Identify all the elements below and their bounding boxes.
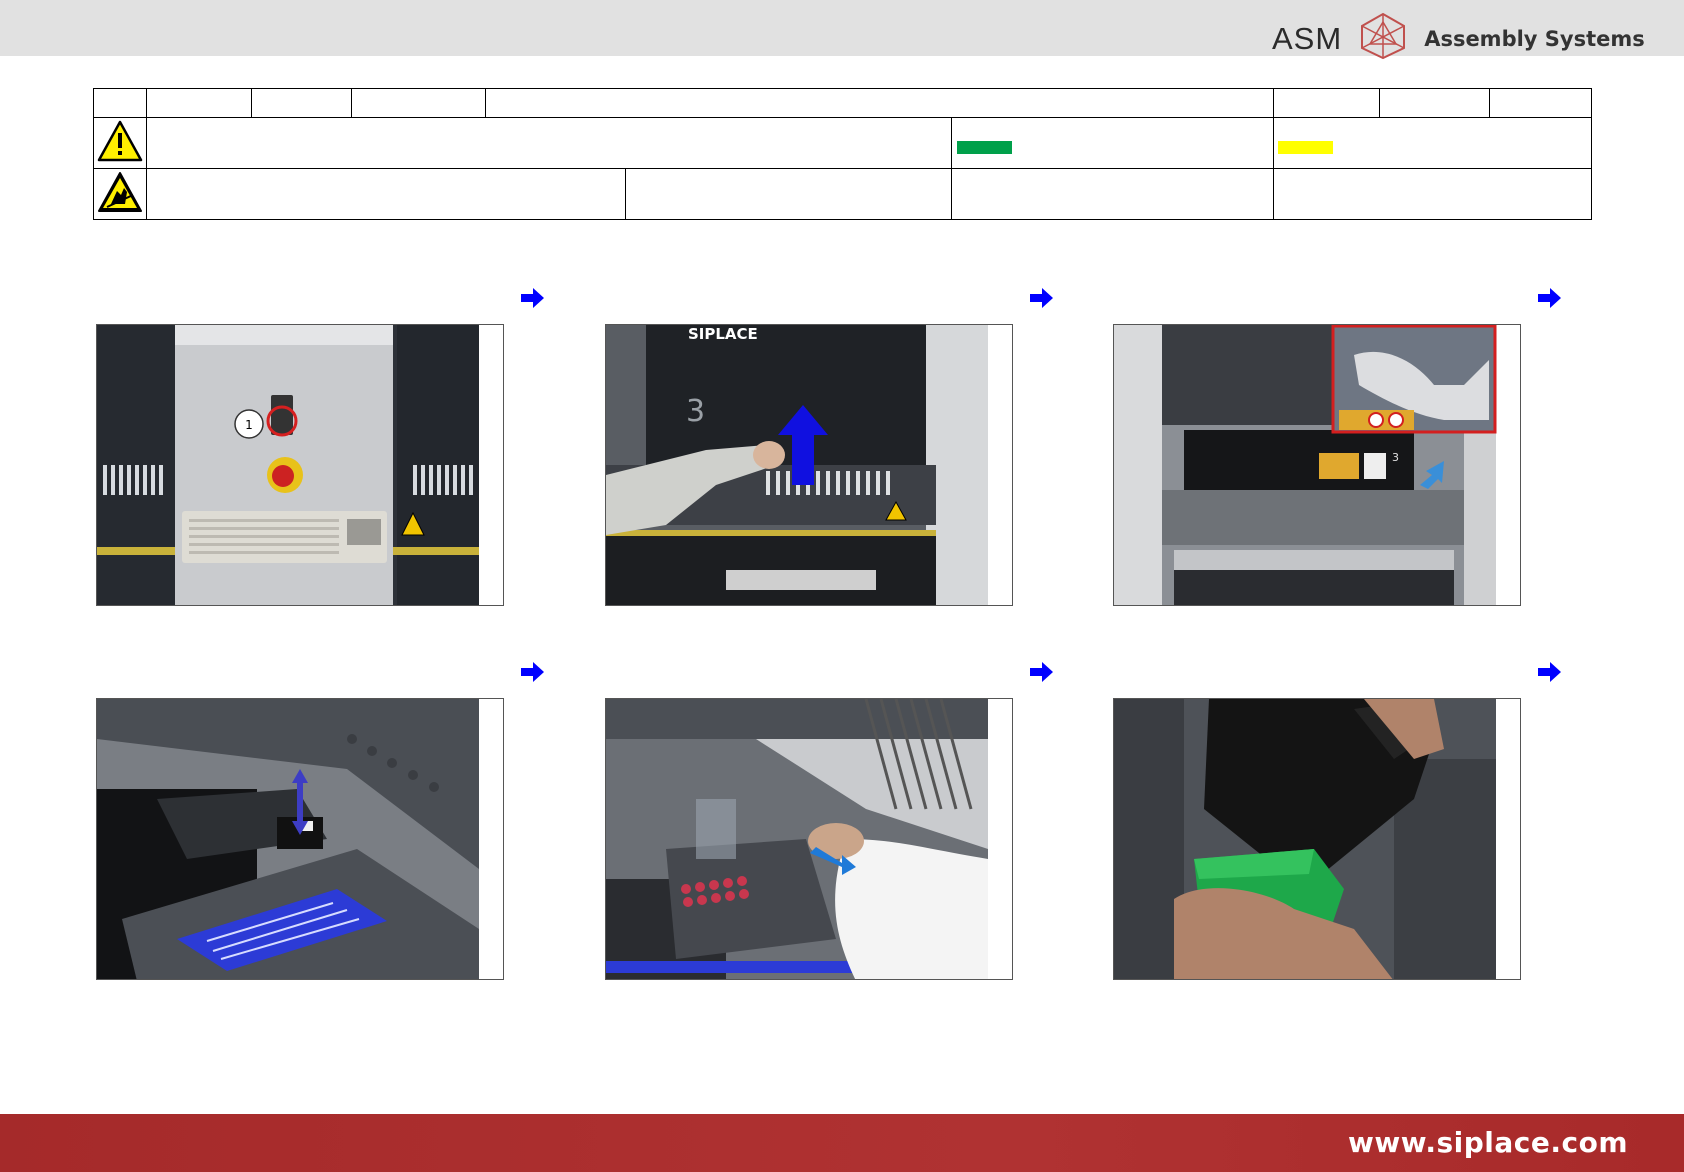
table-cell (1379, 88, 1491, 118)
station-number: 3 (686, 394, 705, 429)
table-cell (1273, 88, 1381, 118)
arrow-right-icon (1030, 288, 1053, 308)
esd-text-cell (146, 168, 626, 220)
head-number: 3 (1392, 451, 1399, 464)
step-photo-open-hood: SIPLACE 3 (605, 324, 1013, 606)
arrow-right-icon (1538, 288, 1561, 308)
table-cell (625, 168, 952, 220)
step-photo-placement-head: 3 (1113, 324, 1521, 606)
table-cell (93, 88, 147, 118)
yellow-status-swatch (1278, 141, 1334, 154)
esd-cell (93, 168, 147, 220)
table-cell (251, 88, 352, 118)
table-cell (351, 88, 486, 118)
warning-text-cell (146, 117, 952, 169)
arrow-right-icon (521, 662, 544, 682)
info-table (93, 88, 1593, 220)
green-status-swatch (957, 141, 1012, 154)
table-cell (1273, 168, 1593, 220)
step-photo-control-panel: 1 (96, 324, 504, 606)
step-photo-nozzle-changer (605, 698, 1013, 980)
arrow-right-icon (1538, 662, 1561, 682)
esd-hand-icon (98, 171, 142, 212)
step-photo-waste-bin (1113, 698, 1521, 980)
green-status-cell (950, 117, 1275, 169)
arrow-right-icon (521, 288, 544, 308)
table-cell (950, 168, 1275, 220)
logo-asm-text: ASM (1272, 20, 1343, 56)
warning-cell (93, 117, 147, 169)
footer-url[interactable]: www.siplace.com (1348, 1126, 1628, 1159)
siplace-label: SIPLACE (688, 325, 758, 343)
arrow-right-icon (1030, 662, 1053, 682)
footer-bar: www.siplace.com (0, 1114, 1684, 1172)
header-bar: ASM Assembly Systems (0, 0, 1684, 60)
warning-triangle-icon (97, 120, 143, 161)
table-cell (484, 88, 1275, 118)
logo-brand-text: Assembly Systems (1424, 26, 1645, 51)
step-photo-nozzle-slide (96, 698, 504, 980)
asm-logo: ASM Assembly Systems (1272, 12, 1645, 65)
callout-number: 1 (245, 418, 253, 432)
table-cell (146, 88, 252, 118)
yellow-status-cell (1273, 117, 1593, 169)
table-cell (1489, 88, 1593, 118)
asm-emblem-icon (1358, 12, 1408, 65)
